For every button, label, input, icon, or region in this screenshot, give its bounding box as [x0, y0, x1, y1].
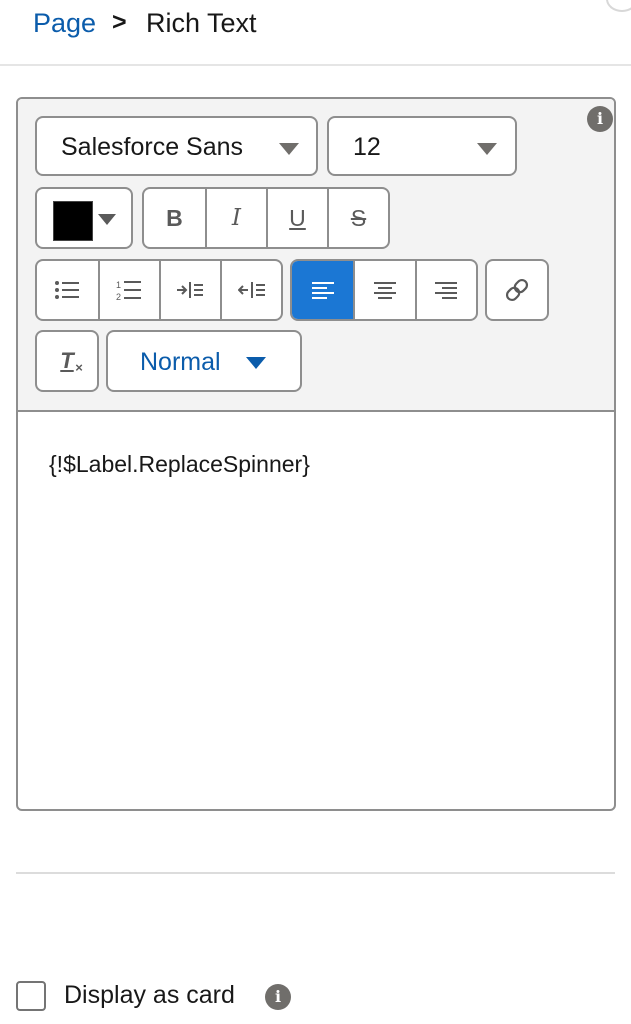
numbered-list-icon: 1 2	[116, 280, 142, 302]
align-center-icon	[373, 282, 396, 299]
list-indent-group: 1 2	[35, 259, 283, 321]
text-color-picker[interactable]	[35, 187, 133, 249]
italic-icon: I	[231, 205, 242, 231]
bold-icon: B	[166, 204, 183, 231]
underline-icon: U	[289, 204, 306, 231]
rich-text-editor: i Salesforce Sans 12 B I U S 1 2 T × Nor…	[16, 97, 616, 811]
display-as-card-label: Display as card	[64, 981, 235, 1009]
chevron-down-icon	[98, 214, 116, 225]
bold-button[interactable]: B	[144, 189, 205, 247]
underline-button[interactable]: U	[265, 189, 327, 247]
outdent-button[interactable]	[220, 261, 281, 319]
header: Page > Rich Text	[0, 0, 631, 66]
clear-formatting-icon: T ×	[60, 348, 83, 375]
numbered-list-button[interactable]: 1 2	[97, 261, 159, 319]
section-divider	[16, 872, 615, 874]
align-left-icon	[311, 282, 334, 299]
strikethrough-button[interactable]: S	[327, 189, 388, 247]
align-right-button[interactable]	[414, 261, 476, 319]
block-format-value: Normal	[140, 348, 221, 376]
font-family-select[interactable]: Salesforce Sans	[35, 116, 318, 176]
info-icon[interactable]: i	[587, 106, 613, 132]
text-style-group: B I U S	[142, 187, 390, 249]
block-format-select[interactable]: Normal	[106, 330, 302, 392]
chevron-down-icon	[477, 143, 497, 155]
font-size-select[interactable]: 12	[327, 116, 517, 176]
insert-link-button[interactable]	[485, 259, 549, 321]
corner-decoration	[606, 0, 631, 12]
link-icon	[505, 278, 529, 302]
align-left-button[interactable]	[292, 261, 354, 319]
alignment-group	[290, 259, 478, 321]
svg-text:1: 1	[116, 280, 121, 290]
editor-toolbar: i Salesforce Sans 12 B I U S 1 2 T × Nor…	[18, 99, 614, 412]
italic-button[interactable]: I	[204, 189, 266, 247]
clear-formatting-button[interactable]: T ×	[35, 330, 99, 392]
display-as-card-checkbox[interactable]	[16, 981, 46, 1011]
breadcrumb-current: Rich Text	[146, 8, 257, 38]
bulleted-list-icon	[55, 281, 80, 299]
font-family-value: Salesforce Sans	[61, 133, 244, 161]
chevron-down-icon	[279, 143, 299, 155]
align-center-button[interactable]	[353, 261, 414, 319]
indent-icon	[177, 282, 204, 298]
font-size-value: 12	[353, 133, 381, 161]
outdent-icon	[237, 282, 265, 298]
svg-text:2: 2	[116, 292, 121, 302]
chevron-down-icon	[246, 357, 266, 369]
editor-content[interactable]: {!$Label.ReplaceSpinner}	[49, 451, 310, 478]
indent-button[interactable]	[158, 261, 220, 319]
bulleted-list-button[interactable]	[37, 261, 98, 319]
color-swatch	[53, 201, 93, 241]
info-icon[interactable]: i	[265, 984, 291, 1010]
breadcrumb-separator: >	[112, 8, 127, 36]
align-right-icon	[435, 282, 458, 299]
strikethrough-icon: S	[350, 204, 367, 231]
breadcrumb-page-link[interactable]: Page	[33, 8, 96, 39]
